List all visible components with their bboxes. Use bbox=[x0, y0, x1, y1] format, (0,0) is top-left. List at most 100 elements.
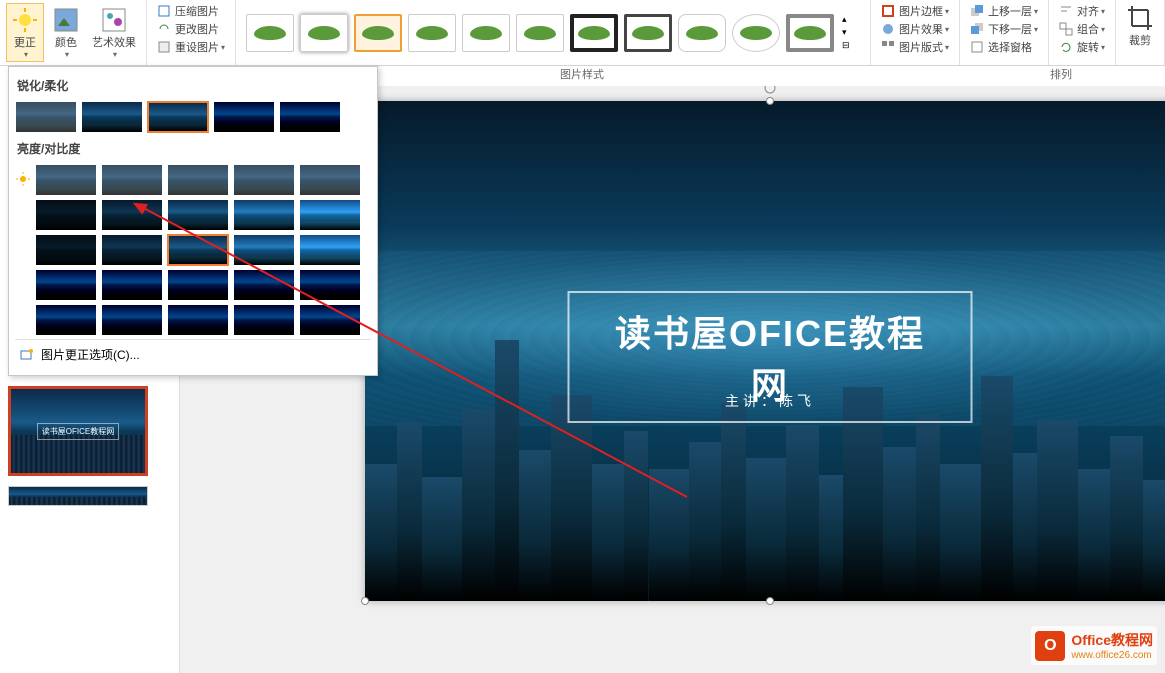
send-backward-button[interactable]: 下移一层▾ bbox=[966, 20, 1042, 38]
reset-button[interactable]: 重设图片▾ bbox=[153, 38, 229, 56]
corrections-label: 更正 bbox=[14, 34, 36, 50]
gallery-down[interactable]: ▾ bbox=[842, 27, 850, 38]
styles-group-label: 图片样式 bbox=[560, 66, 650, 86]
bc-option-r1c3[interactable] bbox=[167, 164, 229, 196]
reset-label: 重设图片 bbox=[175, 39, 219, 55]
bc-option-r5c4[interactable] bbox=[233, 304, 295, 336]
style-reflect[interactable] bbox=[462, 14, 510, 52]
bc-option-r5c1[interactable] bbox=[35, 304, 97, 336]
artistic-icon bbox=[100, 6, 128, 34]
style-dark-frame[interactable] bbox=[570, 14, 618, 52]
bc-option-r3c4[interactable] bbox=[233, 234, 295, 266]
bc-option-r3c2[interactable] bbox=[101, 234, 163, 266]
color-button[interactable]: 颜色 ▾ bbox=[48, 4, 84, 61]
effects-button[interactable]: 图片效果▾ bbox=[877, 20, 953, 38]
artistic-button[interactable]: 艺术效果 ▾ bbox=[88, 4, 140, 61]
bc-option-r5c3[interactable] bbox=[167, 304, 229, 336]
thumb-title: 读书屋OFICE教程网 bbox=[37, 423, 119, 440]
align-button[interactable]: 对齐▾ bbox=[1055, 2, 1109, 20]
gallery-more[interactable]: ⊟ bbox=[842, 40, 850, 51]
change-button[interactable]: 更改图片 bbox=[153, 20, 223, 38]
sharpen-row bbox=[15, 101, 371, 133]
color-label: 颜色 bbox=[55, 34, 77, 50]
rotate-button[interactable]: 旋转▾ bbox=[1055, 38, 1109, 56]
chevron-down-icon: ▾ bbox=[945, 25, 949, 34]
sharpen-soften-header: 锐化/柔化 bbox=[15, 73, 371, 98]
bc-option-r1c1[interactable] bbox=[35, 164, 97, 196]
chevron-down-icon: ▾ bbox=[221, 43, 225, 52]
compress-icon bbox=[157, 4, 171, 18]
forward-icon bbox=[970, 4, 984, 18]
bc-option-r2c5[interactable] bbox=[299, 199, 361, 231]
bc-option-r3c3[interactable] bbox=[167, 234, 229, 266]
background-image[interactable]: 读书屋OFICE教程网 主讲：陈飞 bbox=[365, 101, 1165, 601]
corrections-button[interactable]: 更正 ▾ bbox=[6, 3, 44, 62]
sharpen-option-2[interactable] bbox=[81, 101, 143, 133]
backward-label: 下移一层 bbox=[988, 21, 1032, 37]
slide-subtitle: 主讲：陈飞 bbox=[725, 391, 815, 411]
chevron-down-icon: ▾ bbox=[945, 43, 949, 52]
bc-option-r1c4[interactable] bbox=[233, 164, 295, 196]
selection-pane-button[interactable]: 选择窗格 bbox=[966, 38, 1036, 56]
sharpen-option-5[interactable] bbox=[279, 101, 341, 133]
style-border[interactable] bbox=[624, 14, 672, 52]
brightness-contrast-header: 亮度/对比度 bbox=[15, 136, 371, 161]
style-round[interactable] bbox=[678, 14, 726, 52]
bc-option-r1c2[interactable] bbox=[101, 164, 163, 196]
picture-corrections-options[interactable]: 图片更正选项(C)... bbox=[15, 339, 371, 369]
bc-option-r3c5[interactable] bbox=[299, 234, 361, 266]
style-soft[interactable] bbox=[516, 14, 564, 52]
bc-option-r1c5[interactable] bbox=[299, 164, 361, 196]
bc-option-r5c5[interactable] bbox=[299, 304, 361, 336]
compress-button[interactable]: 压缩图片 bbox=[153, 2, 223, 20]
style-blur[interactable] bbox=[300, 14, 348, 52]
group-button[interactable]: 组合▾ bbox=[1055, 20, 1109, 38]
bring-forward-button[interactable]: 上移一层▾ bbox=[966, 2, 1042, 20]
style-shadow[interactable] bbox=[408, 14, 456, 52]
change-label: 更改图片 bbox=[175, 21, 219, 37]
border-label: 图片边框 bbox=[899, 3, 943, 19]
sharpen-option-4[interactable] bbox=[213, 101, 275, 133]
layout-button[interactable]: 图片版式▾ bbox=[877, 38, 953, 56]
style-oval[interactable] bbox=[732, 14, 780, 52]
group-icon bbox=[1059, 22, 1073, 36]
gallery-up[interactable]: ▴ bbox=[842, 14, 850, 25]
slide-thumbnail-1[interactable]: 读书屋OFICE教程网 bbox=[8, 386, 148, 476]
slide-canvas[interactable]: 读书屋OFICE教程网 主讲：陈飞 bbox=[365, 101, 1165, 601]
forward-label: 上移一层 bbox=[988, 3, 1032, 19]
bc-option-r4c2[interactable] bbox=[101, 269, 163, 301]
align-icon bbox=[1059, 4, 1073, 18]
border-icon bbox=[881, 4, 895, 18]
crop-button[interactable]: 裁剪 bbox=[1122, 2, 1158, 50]
chevron-down-icon: ▾ bbox=[24, 50, 28, 59]
chevron-down-icon: ▾ bbox=[1101, 7, 1105, 16]
bc-option-r4c4[interactable] bbox=[233, 269, 295, 301]
chevron-down-icon: ▾ bbox=[1034, 7, 1038, 16]
layout-label: 图片版式 bbox=[899, 39, 943, 55]
slide-thumbnail-2[interactable] bbox=[8, 486, 148, 506]
group-label: 组合 bbox=[1077, 21, 1099, 37]
effects-icon bbox=[881, 22, 895, 36]
watermark: O Office教程网 www.office26.com bbox=[1031, 626, 1157, 665]
bc-option-r2c3[interactable] bbox=[167, 199, 229, 231]
style-selected[interactable] bbox=[354, 14, 402, 52]
border-button[interactable]: 图片边框▾ bbox=[877, 2, 953, 20]
bc-option-r2c1[interactable] bbox=[35, 199, 97, 231]
sharpen-option-1[interactable] bbox=[15, 101, 77, 133]
chevron-down-icon: ▾ bbox=[113, 50, 117, 59]
sharpen-option-3[interactable] bbox=[147, 101, 209, 133]
rotate-handle[interactable] bbox=[763, 86, 777, 95]
bc-option-r4c5[interactable] bbox=[299, 269, 361, 301]
style-thick[interactable] bbox=[786, 14, 834, 52]
picture-styles-gallery[interactable] bbox=[242, 10, 838, 56]
crop-label: 裁剪 bbox=[1129, 32, 1151, 48]
bc-option-r3c1[interactable] bbox=[35, 234, 97, 266]
bc-option-r2c4[interactable] bbox=[233, 199, 295, 231]
bc-option-r4c3[interactable] bbox=[167, 269, 229, 301]
compress-label: 压缩图片 bbox=[175, 3, 219, 19]
style-simple[interactable] bbox=[246, 14, 294, 52]
bc-option-r5c2[interactable] bbox=[101, 304, 163, 336]
rotate-icon bbox=[1059, 40, 1073, 54]
bc-option-r4c1[interactable] bbox=[35, 269, 97, 301]
watermark-title: Office教程网 bbox=[1071, 630, 1153, 650]
